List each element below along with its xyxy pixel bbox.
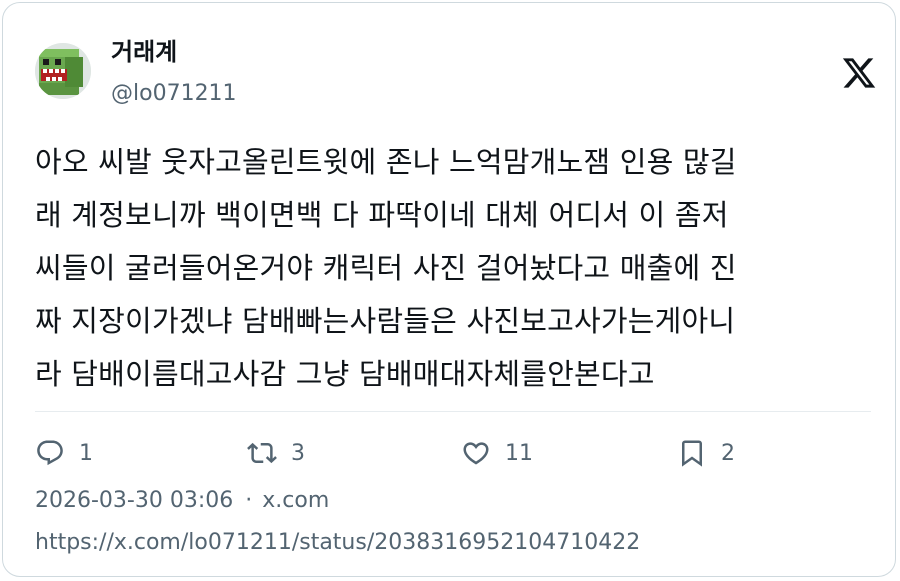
tweet-url[interactable]: https://x.com/lo071211/status/2038316952… xyxy=(35,527,640,559)
tweet-text-line: 라 담배이름대고사감 그냥 담배매대자체를안본다고 xyxy=(35,357,655,391)
action-bar: 1 3 11 2 xyxy=(35,431,871,475)
bookmark-icon xyxy=(682,440,702,467)
source-text[interactable]: x.com xyxy=(262,488,329,513)
divider xyxy=(35,411,871,412)
avatar[interactable] xyxy=(35,43,91,99)
bookmark-count: 2 xyxy=(721,440,735,466)
heart-icon xyxy=(463,442,489,465)
reply-count: 1 xyxy=(79,440,93,466)
retweet-icon xyxy=(247,442,277,464)
display-name[interactable]: 거래계 xyxy=(111,37,177,67)
tweet-text-line: 아오 씨발 웃자고올린트윗에 존나 느억맘개노잼 인용 많길 xyxy=(35,145,737,179)
reply-icon xyxy=(37,440,63,466)
separator-dot: · xyxy=(245,488,253,513)
tweet-card: 거래계 @lo071211 아오 씨발 웃자고올린트윗에 존나 느억맘개노잼 인… xyxy=(2,2,896,577)
reply-button[interactable]: 1 xyxy=(35,431,93,475)
like-count: 11 xyxy=(505,440,533,466)
tweet-text-line: 씨들이 굴러들어온거야 캐릭터 사진 걸어놨다고 매출에 진 xyxy=(35,251,737,285)
user-handle[interactable]: @lo071211 xyxy=(111,79,237,109)
retweet-count: 3 xyxy=(291,440,305,466)
tweet-text-line: 짜 지장이가겠냐 담배빠는사람들은 사진보고사가는게아니 xyxy=(35,304,736,338)
tweet-timestamp: 2026-03-30 03:06 · x.com xyxy=(35,485,329,517)
tweet-text-line: 래 계정보니까 백이면백 다 파딱이네 대체 어디서 이 좀저 xyxy=(35,198,729,232)
avatar-image xyxy=(35,43,91,99)
like-button[interactable]: 11 xyxy=(461,431,533,475)
timestamp-text[interactable]: 2026-03-30 03:06 xyxy=(35,488,233,513)
bookmark-button[interactable]: 2 xyxy=(677,431,735,475)
retweet-button[interactable]: 3 xyxy=(247,431,305,475)
x-logo-icon[interactable] xyxy=(841,55,877,91)
tweet-text: 아오 씨발 웃자고올린트윗에 존나 느억맘개노잼 인용 많길 래 계정보니까 백… xyxy=(35,136,873,401)
